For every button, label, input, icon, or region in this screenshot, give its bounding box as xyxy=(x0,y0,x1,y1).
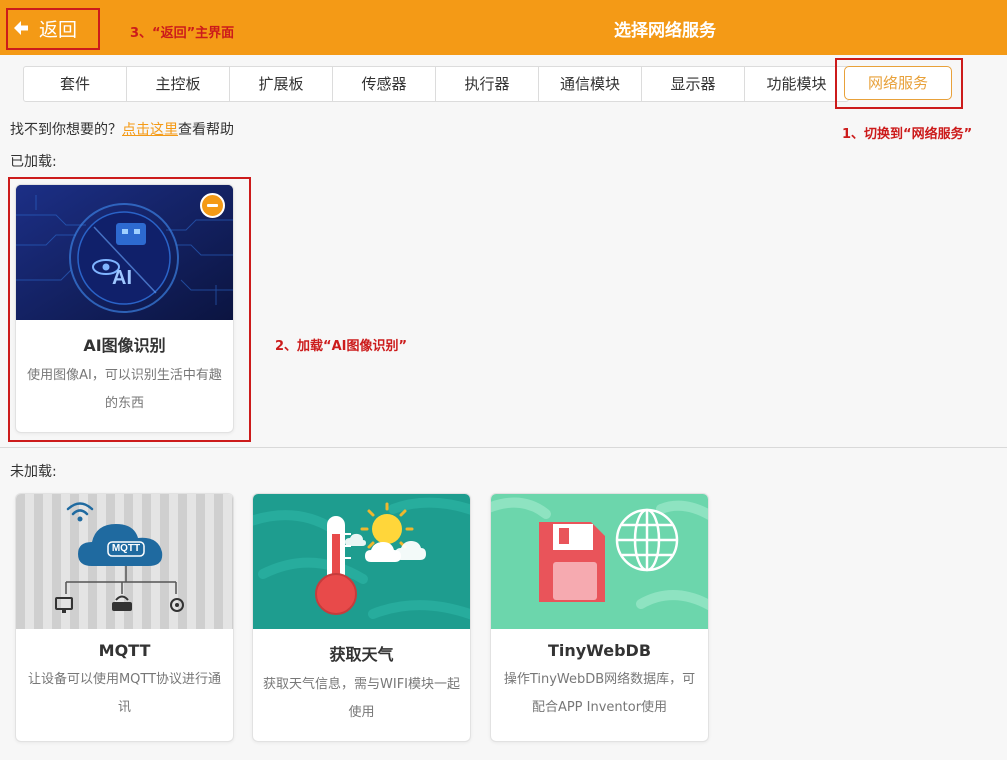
help-prefix: 找不到你想要的？ xyxy=(10,122,122,138)
page-title: 选择网络服务 xyxy=(614,21,716,41)
weather-icon xyxy=(253,494,470,629)
section-divider xyxy=(0,447,1007,448)
tab-suite[interactable]: 套件 xyxy=(24,67,127,101)
extension-card-mqtt[interactable]: MQTT MQTT 让设备可以使用MQTT协议进行通讯 xyxy=(15,493,234,742)
ai-icon-text: AI xyxy=(112,267,132,289)
annotation-step2: 2、加载“AI图像识别” xyxy=(275,339,408,354)
card-description: 让设备可以使用MQTT协议进行通讯 xyxy=(27,672,222,715)
card-description: 获取天气信息，需与WIFI模块一起使用 xyxy=(263,677,460,720)
remove-button[interactable] xyxy=(200,193,225,218)
tab-communication[interactable]: 通信模块 xyxy=(539,67,642,101)
unloaded-section-label: 未加载: xyxy=(10,464,57,480)
category-tabs: 套件 主控板 扩展板 传感器 执行器 通信模块 显示器 功能模块 xyxy=(23,66,849,102)
card-description: 操作TinyWebDB网络数据库，可配合APP Inventor使用 xyxy=(503,672,696,715)
annotation-step1: 1、切换到“网络服务” xyxy=(842,127,973,142)
help-line: 找不到你想要的？点击这里查看帮助 xyxy=(10,119,234,139)
annotation-step3: 3、“返回”主界面 xyxy=(130,26,235,41)
tab-sensors[interactable]: 传感器 xyxy=(333,67,436,101)
help-link[interactable]: 点击这里 xyxy=(122,122,178,138)
annotation-box-back xyxy=(6,8,100,50)
card-title: TinyWebDB xyxy=(547,641,652,660)
card-title: MQTT xyxy=(98,641,151,660)
mqtt-icon-text: MQTT xyxy=(111,543,141,554)
tab-function-modules[interactable]: 功能模块 xyxy=(745,67,848,101)
extension-card-ai[interactable]: AI AI图像识别 使用图像AI，可以识别生活中有趣的东西 xyxy=(15,184,234,433)
extension-card-tinywebdb[interactable]: TinyWebDB 操作TinyWebDB网络数据库，可配合APP Invent… xyxy=(490,493,709,742)
card-description: 使用图像AI，可以识别生活中有趣的东西 xyxy=(27,368,222,411)
tab-expansion-board[interactable]: 扩展板 xyxy=(230,67,333,101)
help-suffix: 查看帮助 xyxy=(178,122,234,138)
tab-network-services[interactable]: 网络服务 xyxy=(844,66,952,100)
card-title: AI图像识别 xyxy=(83,336,166,355)
tab-display[interactable]: 显示器 xyxy=(642,67,745,101)
tab-actuators[interactable]: 执行器 xyxy=(436,67,539,101)
tab-mainboard[interactable]: 主控板 xyxy=(127,67,230,101)
card-title: 获取天气 xyxy=(329,645,394,664)
extension-card-weather[interactable]: 获取天气 获取天气信息，需与WIFI模块一起使用 xyxy=(252,493,471,742)
mqtt-cloud-icon: MQTT xyxy=(16,494,233,629)
database-icon xyxy=(491,494,708,629)
loaded-section-label: 已加载: xyxy=(10,154,57,170)
